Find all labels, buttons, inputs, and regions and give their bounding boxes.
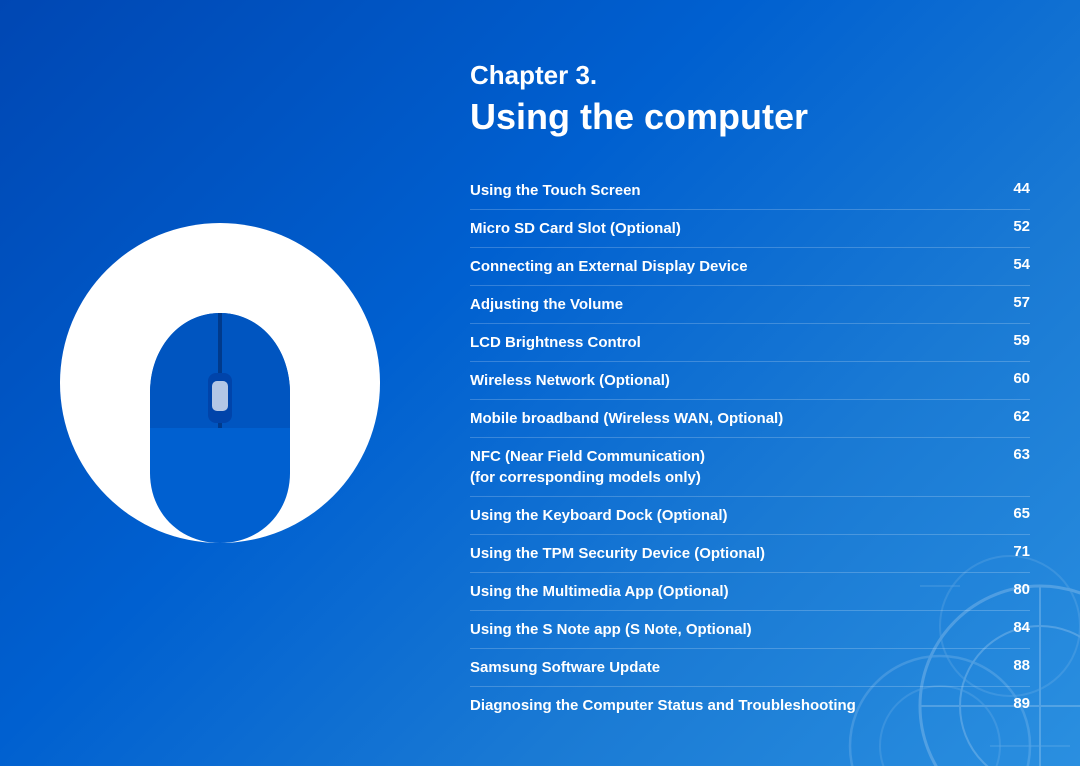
toc-divider xyxy=(470,361,1030,362)
toc-divider xyxy=(470,534,1030,535)
toc-row[interactable]: Using the TPM Security Device (Optional)… xyxy=(470,537,1030,570)
toc-title: Diagnosing the Computer Status and Troub… xyxy=(470,695,1000,716)
toc-title: Using the Keyboard Dock (Optional) xyxy=(470,505,1000,526)
right-panel: Chapter 3. Using the computer Using the … xyxy=(440,0,1080,766)
toc-page-number: 65 xyxy=(1000,505,1030,522)
toc-title: LCD Brightness Control xyxy=(470,332,1000,353)
toc-page-number: 60 xyxy=(1000,370,1030,387)
toc-page-number: 62 xyxy=(1000,408,1030,425)
toc-page-number: 57 xyxy=(1000,294,1030,311)
toc-title: Samsung Software Update xyxy=(470,657,1000,678)
toc-page-number: 89 xyxy=(1000,695,1030,712)
toc-divider xyxy=(470,399,1030,400)
toc-page-number: 44 xyxy=(1000,180,1030,197)
toc-row[interactable]: Mobile broadband (Wireless WAN, Optional… xyxy=(470,402,1030,435)
toc-divider xyxy=(470,437,1030,438)
toc-title: Micro SD Card Slot (Optional) xyxy=(470,218,1000,239)
toc-divider xyxy=(470,648,1030,649)
toc-page-number: 88 xyxy=(1000,657,1030,674)
toc-divider xyxy=(470,247,1030,248)
toc-row[interactable]: Connecting an External Display Device54 xyxy=(470,250,1030,283)
toc-page-number: 63 xyxy=(1000,446,1030,463)
toc-row[interactable]: Diagnosing the Computer Status and Troub… xyxy=(470,689,1030,722)
toc-title: Using the Touch Screen xyxy=(470,180,1000,201)
toc-divider xyxy=(470,610,1030,611)
toc-title: Using the Multimedia App (Optional) xyxy=(470,581,1000,602)
samsung-s-logo xyxy=(42,233,222,533)
toc-page-number: 52 xyxy=(1000,218,1030,235)
toc-page-number: 59 xyxy=(1000,332,1030,349)
toc-page-number: 80 xyxy=(1000,581,1030,598)
toc-row[interactable]: Using the Keyboard Dock (Optional)65 xyxy=(470,499,1030,532)
toc-title: Connecting an External Display Device xyxy=(470,256,1000,277)
left-panel xyxy=(0,0,440,766)
toc-list: Using the Touch Screen44 Micro SD Card Sl… xyxy=(470,174,1030,722)
toc-row[interactable]: NFC (Near Field Communication) (for corr… xyxy=(470,440,1030,494)
toc-title: Using the TPM Security Device (Optional) xyxy=(470,543,1000,564)
toc-divider xyxy=(470,323,1030,324)
toc-divider xyxy=(470,209,1030,210)
chapter-title: Using the computer xyxy=(470,95,1030,138)
toc-row[interactable]: Micro SD Card Slot (Optional)52 xyxy=(470,212,1030,245)
toc-divider xyxy=(470,285,1030,286)
toc-title: Adjusting the Volume xyxy=(470,294,1000,315)
toc-page-number: 84 xyxy=(1000,619,1030,636)
toc-title: Using the S Note app (S Note, Optional) xyxy=(470,619,1000,640)
toc-divider xyxy=(470,496,1030,497)
toc-divider xyxy=(470,686,1030,687)
toc-divider xyxy=(470,572,1030,573)
toc-title: Wireless Network (Optional) xyxy=(470,370,1000,391)
toc-page-number: 54 xyxy=(1000,256,1030,273)
toc-row[interactable]: Samsung Software Update88 xyxy=(470,651,1030,684)
toc-row[interactable]: Using the Multimedia App (Optional)80 xyxy=(470,575,1030,608)
toc-row[interactable]: Using the Touch Screen44 xyxy=(470,174,1030,207)
chapter-label: Chapter 3. xyxy=(470,60,1030,91)
page-container: Chapter 3. Using the computer Using the … xyxy=(0,0,1080,766)
toc-row[interactable]: Adjusting the Volume57 xyxy=(470,288,1030,321)
toc-title: Mobile broadband (Wireless WAN, Optional… xyxy=(470,408,1000,429)
toc-row[interactable]: Wireless Network (Optional)60 xyxy=(470,364,1030,397)
toc-row[interactable]: LCD Brightness Control59 xyxy=(470,326,1030,359)
toc-row[interactable]: Using the S Note app (S Note, Optional)8… xyxy=(470,613,1030,646)
toc-page-number: 71 xyxy=(1000,543,1030,560)
toc-title: NFC (Near Field Communication) (for corr… xyxy=(470,446,1000,488)
